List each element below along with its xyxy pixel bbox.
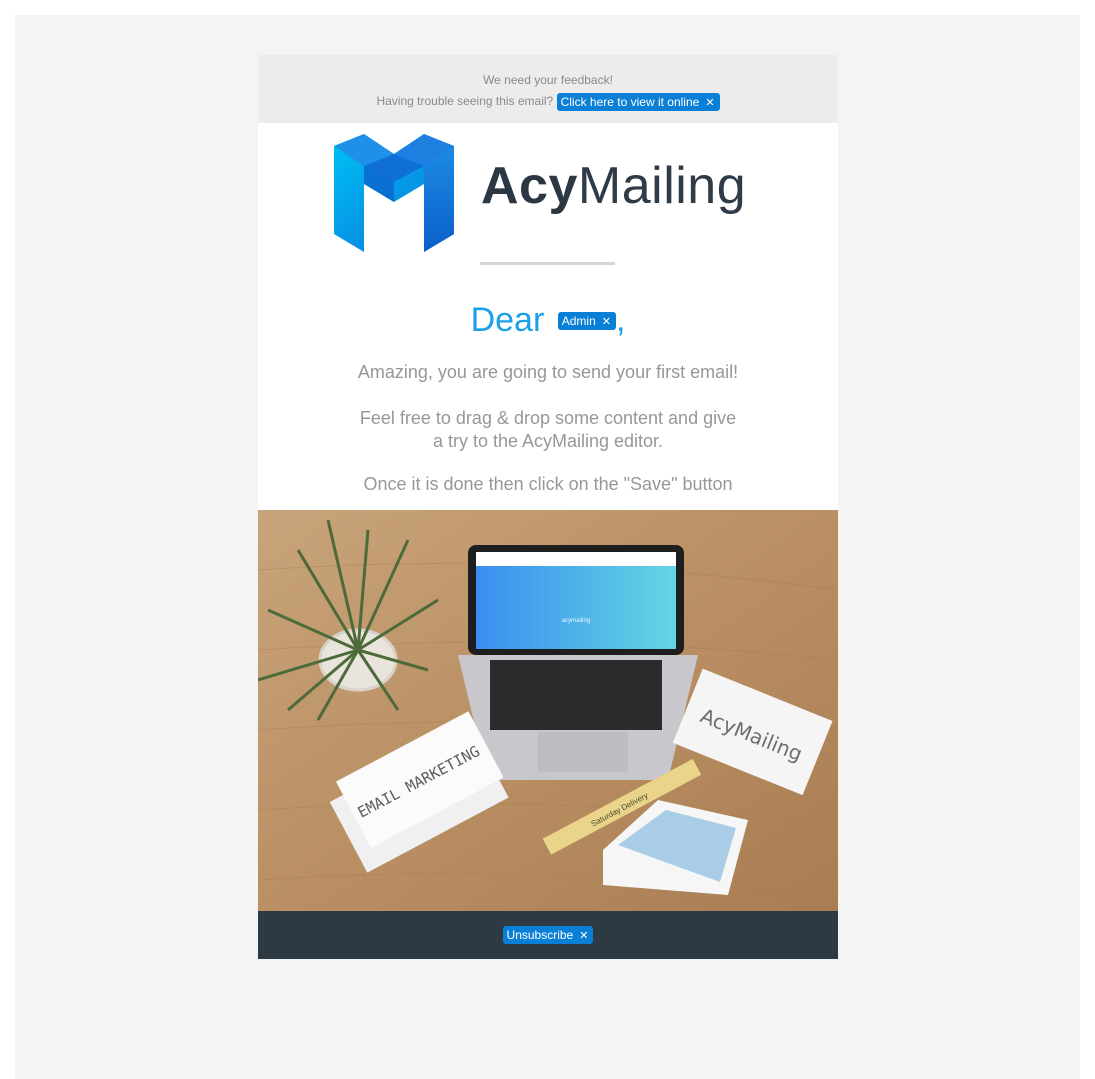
hero-photo: acymailing AcyMailing EMAIL MARKETING Sa… [258, 510, 838, 911]
logo-mailing: Mailing [577, 157, 747, 215]
logo-acy: Acy [481, 157, 578, 215]
email-template: We need your feedback! Having trouble se… [258, 55, 838, 959]
trouble-line: Having trouble seeing this email? Click … [258, 91, 838, 111]
editor-canvas: We need your feedback! Having trouble se… [15, 15, 1080, 1079]
close-icon[interactable]: ✕ [602, 316, 611, 328]
acymailing-logo-icon [334, 134, 454, 252]
greeting-comma: , [615, 301, 626, 339]
hero-image[interactable]: acymailing AcyMailing EMAIL MARKETING Sa… [258, 510, 838, 911]
laptop: acymailing [458, 545, 698, 780]
logo-wordmark: AcyMailing [481, 156, 746, 216]
divider [480, 262, 615, 265]
close-icon[interactable]: ✕ [579, 930, 588, 942]
paragraph-3[interactable]: Once it is done then click on the "Save"… [258, 473, 838, 496]
email-footer: Unsubscribe ✕ [258, 911, 838, 959]
laptop-screen-brand: acymailing [562, 618, 590, 624]
paragraph-2-line-1: Feel free to drag & drop some content an… [359, 408, 737, 428]
paragraph-2[interactable]: Feel free to drag & drop some content an… [258, 407, 838, 453]
acymailing-logo[interactable]: AcyMailing [334, 134, 764, 252]
greeting[interactable]: Dear Admin ✕, [258, 301, 838, 340]
view-online-label: Click here to view it online [560, 94, 700, 109]
greeting-text: Dear [470, 301, 545, 339]
name-tag-label: Admin [561, 314, 596, 328]
email-body: AcyMailing Dear Admin ✕, Amazing, you are… [258, 123, 838, 510]
paragraph-1[interactable]: Amazing, you are going to send your firs… [258, 361, 838, 384]
preheader: We need your feedback! Having trouble se… [258, 55, 838, 123]
paragraph-2-line-2: a try to the AcyMailing editor. [432, 431, 664, 451]
close-icon[interactable]: ✕ [705, 97, 714, 109]
view-online-tag[interactable]: Click here to view it online ✕ [556, 92, 720, 111]
trouble-text: Having trouble seeing this email? [376, 94, 554, 108]
unsubscribe-tag[interactable]: Unsubscribe ✕ [502, 926, 594, 944]
feedback-text: We need your feedback! [483, 73, 613, 87]
name-tag[interactable]: Admin ✕ [557, 312, 616, 330]
unsubscribe-label: Unsubscribe [506, 928, 574, 942]
